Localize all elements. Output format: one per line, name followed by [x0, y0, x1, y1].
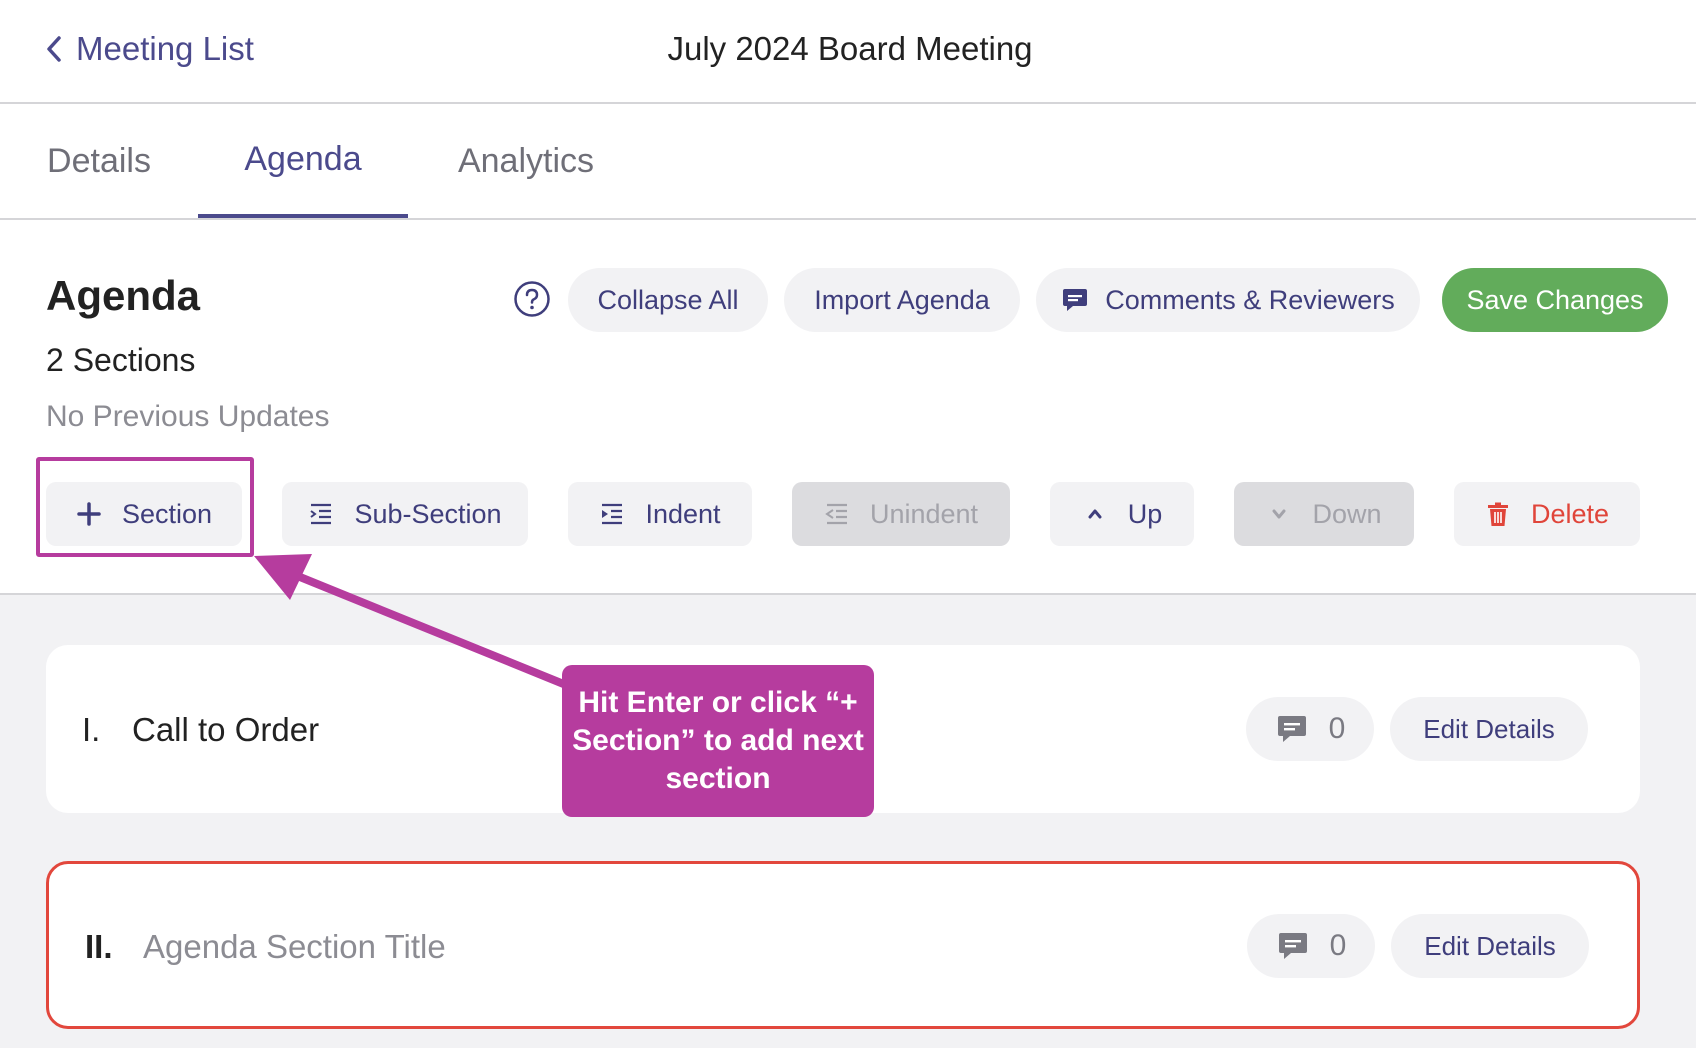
section-number: I.: [82, 711, 101, 748]
collapse-all-button[interactable]: Collapse All: [568, 268, 768, 332]
import-agenda-button[interactable]: Import Agenda: [784, 268, 1020, 332]
update-status: No Previous Updates: [46, 400, 330, 433]
plus-icon: [77, 502, 101, 526]
agenda-list: I. Call to Order 0 Edit Details II. Agen…: [0, 595, 1696, 1048]
indent-label: Indent: [645, 498, 721, 529]
section-title-input[interactable]: Agenda Section Title: [143, 928, 446, 966]
move-down-label: Down: [1312, 498, 1382, 529]
callout-text: Hit Enter or click “+ Section” to add ne…: [572, 686, 864, 795]
comment-icon: [1277, 716, 1306, 742]
help-icon[interactable]: [513, 280, 551, 318]
unindent-icon: [825, 503, 847, 525]
tab-details[interactable]: Details: [44, 104, 154, 218]
section-number: II.: [85, 928, 113, 965]
comment-icon: [1278, 933, 1307, 959]
indent-icon: [602, 503, 623, 525]
edit-details-button[interactable]: Edit Details: [1391, 914, 1589, 978]
move-up-label: Up: [1127, 498, 1163, 529]
top-bar: Meeting List July 2024 Board Meeting: [0, 0, 1696, 104]
indent-button[interactable]: Indent: [568, 482, 752, 546]
unindent-label: Unindent: [869, 498, 979, 529]
comment-icon: [1063, 289, 1088, 311]
chevron-down-icon: [1272, 509, 1286, 519]
comments-reviewers-button[interactable]: Comments & Reviewers: [1036, 268, 1420, 332]
delete-button[interactable]: Delete: [1454, 482, 1640, 546]
agenda-section-card-editing[interactable]: II. Agenda Section Title 0 Edit Details: [46, 861, 1640, 1029]
import-agenda-label: Import Agenda: [814, 284, 990, 315]
tab-analytics[interactable]: Analytics: [456, 104, 596, 218]
section-count: 2 Sections: [46, 342, 196, 378]
section-comments-button[interactable]: 0: [1246, 697, 1374, 761]
comments-reviewers-label: Comments & Reviewers: [1105, 284, 1395, 315]
callout-tooltip: Hit Enter or click “+ Section” to add ne…: [562, 665, 874, 817]
tab-agenda[interactable]: Agenda: [198, 104, 408, 218]
save-changes-button[interactable]: Save Changes: [1442, 268, 1668, 332]
sub-section-label: Sub-Section: [354, 498, 502, 529]
save-changes-label: Save Changes: [1466, 284, 1644, 315]
sub-section-icon: [310, 503, 332, 525]
tab-bar: Details Agenda Analytics: [0, 104, 1696, 220]
unindent-button[interactable]: Unindent: [792, 482, 1010, 546]
delete-label: Delete: [1530, 498, 1610, 529]
page-title: July 2024 Board Meeting: [667, 30, 1033, 67]
add-section-label: Section: [121, 498, 213, 529]
add-section-button[interactable]: Section: [46, 482, 242, 546]
add-sub-section-button[interactable]: Sub-Section: [282, 482, 528, 546]
move-up-button[interactable]: Up: [1050, 482, 1194, 546]
section-title[interactable]: Call to Order: [132, 711, 319, 749]
section-comments-button[interactable]: 0: [1247, 914, 1375, 978]
collapse-all-label: Collapse All: [597, 284, 739, 315]
edit-details-button[interactable]: Edit Details: [1390, 697, 1588, 761]
chevron-up-icon: [1088, 509, 1102, 519]
comment-count: 0: [1329, 929, 1347, 962]
agenda-title: Agenda: [46, 272, 201, 319]
move-down-button[interactable]: Down: [1234, 482, 1414, 546]
comment-count: 0: [1328, 712, 1346, 745]
agenda-header: Agenda 2 Sections No Previous Updates Co…: [0, 220, 1696, 595]
trash-icon: [1487, 502, 1508, 526]
